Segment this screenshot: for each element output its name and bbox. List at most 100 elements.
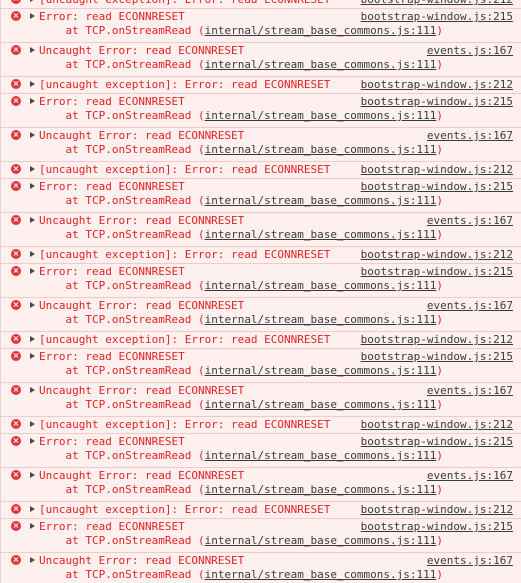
expand-triangle-icon[interactable] [30,183,35,189]
source-link[interactable]: events.js:167 [427,469,513,483]
stack-frame-text: at TCP.onStreamRead ( [39,194,205,207]
error-icon: × [11,215,21,225]
source-link[interactable]: bootstrap-window.js:215 [361,265,513,279]
error-message: Uncaught Error: read ECONNRESET [39,44,245,57]
expand-triangle-icon[interactable] [30,132,35,138]
expand-triangle-icon[interactable] [30,302,35,308]
console-error-entry[interactable]: × Error: read ECONNRESET bootstrap-window.… [1,519,521,553]
stack-frame-link[interactable]: internal/stream_base_commons.js:111 [205,143,437,156]
console-error-entry[interactable]: × Uncaught Error: read ECONNRESET events.j… [1,468,521,502]
source-link[interactable]: events.js:167 [427,214,513,228]
source-link[interactable]: bootstrap-window.js:215 [361,520,513,534]
console-error-entry[interactable]: × Uncaught Error: read ECONNRESET events.j… [1,213,521,247]
source-link[interactable]: bootstrap-window.js:212 [361,418,513,432]
source-link[interactable]: bootstrap-window.js:215 [361,180,513,194]
stack-frame-link[interactable]: internal/stream_base_commons.js:111 [205,449,437,462]
stack-frame-text: at TCP.onStreamRead ( [39,313,205,326]
error-message: Uncaught Error: read ECONNRESET [39,384,245,397]
stack-frame-text: at TCP.onStreamRead ( [39,483,205,496]
stack-frame-close: ) [436,568,443,581]
stack-frame-close: ) [436,398,443,411]
console-error-entry[interactable]: × Uncaught Error: read ECONNRESET events.j… [1,383,521,417]
expand-triangle-icon[interactable] [30,268,35,274]
source-link[interactable]: events.js:167 [427,299,513,313]
source-link[interactable]: bootstrap-window.js:215 [361,10,513,24]
stack-frame-link[interactable]: internal/stream_base_commons.js:111 [205,398,437,411]
stack-frame-link[interactable]: internal/stream_base_commons.js:111 [205,313,437,326]
expand-triangle-icon[interactable] [30,47,35,53]
console-error-entry[interactable]: × Error: read ECONNRESET bootstrap-window.… [1,264,521,298]
expand-triangle-icon[interactable] [30,506,35,512]
console-error-entry[interactable]: × Error: read ECONNRESET bootstrap-window.… [1,94,521,128]
console-error-entry[interactable]: × [uncaught exception]: Error: read ECONN… [1,77,521,94]
expand-triangle-icon[interactable] [30,166,35,172]
stack-frame-close: ) [436,534,443,547]
source-link[interactable]: bootstrap-window.js:212 [361,163,513,177]
source-link[interactable]: events.js:167 [427,129,513,143]
error-message: [uncaught exception]: Error: read ECONNR… [39,0,330,7]
expand-triangle-icon[interactable] [30,336,35,342]
expand-triangle-icon[interactable] [30,472,35,478]
error-icon: × [11,334,21,344]
console-error-entry[interactable]: × Uncaught Error: read ECONNRESET events.j… [1,128,521,162]
source-link[interactable]: bootstrap-window.js:215 [361,435,513,449]
source-link[interactable]: bootstrap-window.js:212 [361,78,513,92]
source-link[interactable]: bootstrap-window.js:212 [361,0,513,7]
error-message: [uncaught exception]: Error: read ECONNR… [39,78,331,91]
expand-triangle-icon[interactable] [30,0,35,2]
stack-frame-link[interactable]: internal/stream_base_commons.js:111 [205,58,437,71]
console-error-entry[interactable]: × Uncaught Error: read ECONNRESET events.j… [1,298,521,332]
console-error-entry[interactable]: × [uncaught exception]: Error: read ECONN… [1,0,521,9]
expand-triangle-icon[interactable] [30,13,35,19]
console-error-entry[interactable]: × [uncaught exception]: Error: read ECONN… [1,502,521,519]
source-link[interactable]: bootstrap-window.js:215 [361,95,513,109]
stack-frame-link[interactable]: internal/stream_base_commons.js:111 [205,534,437,547]
console-message-list: × [uncaught exception]: Error: read ECONN… [1,0,521,583]
source-link[interactable]: bootstrap-window.js:212 [361,248,513,262]
stack-trace-line: at TCP.onStreamRead (internal/stream_bas… [39,279,443,293]
expand-triangle-icon[interactable] [30,251,35,257]
stack-frame-link[interactable]: internal/stream_base_commons.js:111 [205,364,437,377]
console-error-entry[interactable]: × Uncaught Error: read ECONNRESET events.j… [1,553,521,583]
console-error-entry[interactable]: × [uncaught exception]: Error: read ECONN… [1,332,521,349]
expand-triangle-icon[interactable] [30,523,35,529]
expand-triangle-icon[interactable] [30,557,35,563]
expand-triangle-icon[interactable] [30,81,35,87]
expand-triangle-icon[interactable] [30,353,35,359]
source-link[interactable]: bootstrap-window.js:212 [361,333,513,347]
stack-frame-link[interactable]: internal/stream_base_commons.js:111 [205,483,437,496]
stack-frame-text: at TCP.onStreamRead ( [39,24,205,37]
stack-frame-text: at TCP.onStreamRead ( [39,449,205,462]
error-icon: × [11,504,21,514]
stack-frame-link[interactable]: internal/stream_base_commons.js:111 [205,109,437,122]
console-error-entry[interactable]: × Error: read ECONNRESET bootstrap-window.… [1,9,521,43]
stack-frame-link[interactable]: internal/stream_base_commons.js:111 [205,568,437,581]
expand-triangle-icon[interactable] [30,421,35,427]
console-error-entry[interactable]: × [uncaught exception]: Error: read ECONN… [1,417,521,434]
source-link[interactable]: events.js:167 [427,384,513,398]
console-error-entry[interactable]: × [uncaught exception]: Error: read ECONN… [1,247,521,264]
console-error-entry[interactable]: × Error: read ECONNRESET bootstrap-window.… [1,179,521,213]
source-link[interactable]: bootstrap-window.js:212 [361,503,513,517]
console-error-entry[interactable]: × Uncaught Error: read ECONNRESET events.j… [1,43,521,77]
source-link[interactable]: events.js:167 [427,44,513,58]
stack-frame-link[interactable]: internal/stream_base_commons.js:111 [205,194,437,207]
stack-frame-link[interactable]: internal/stream_base_commons.js:111 [205,279,437,292]
console-error-entry[interactable]: × [uncaught exception]: Error: read ECONN… [1,162,521,179]
expand-triangle-icon[interactable] [30,438,35,444]
expand-triangle-icon[interactable] [30,98,35,104]
source-link[interactable]: bootstrap-window.js:215 [361,350,513,364]
stack-trace-line: at TCP.onStreamRead (internal/stream_bas… [39,398,443,412]
console-error-entry[interactable]: × Error: read ECONNRESET bootstrap-window.… [1,434,521,468]
stack-frame-link[interactable]: internal/stream_base_commons.js:111 [205,228,437,241]
expand-triangle-icon[interactable] [30,217,35,223]
error-message: Error: read ECONNRESET [39,265,185,278]
stack-trace-line: at TCP.onStreamRead (internal/stream_bas… [39,313,443,327]
stack-frame-link[interactable]: internal/stream_base_commons.js:111 [205,24,437,37]
expand-triangle-icon[interactable] [30,387,35,393]
error-icon: × [11,11,21,21]
source-link[interactable]: events.js:167 [427,554,513,568]
stack-frame-close: ) [436,279,443,292]
console-error-entry[interactable]: × Error: read ECONNRESET bootstrap-window.… [1,349,521,383]
stack-trace-line: at TCP.onStreamRead (internal/stream_bas… [39,568,443,582]
